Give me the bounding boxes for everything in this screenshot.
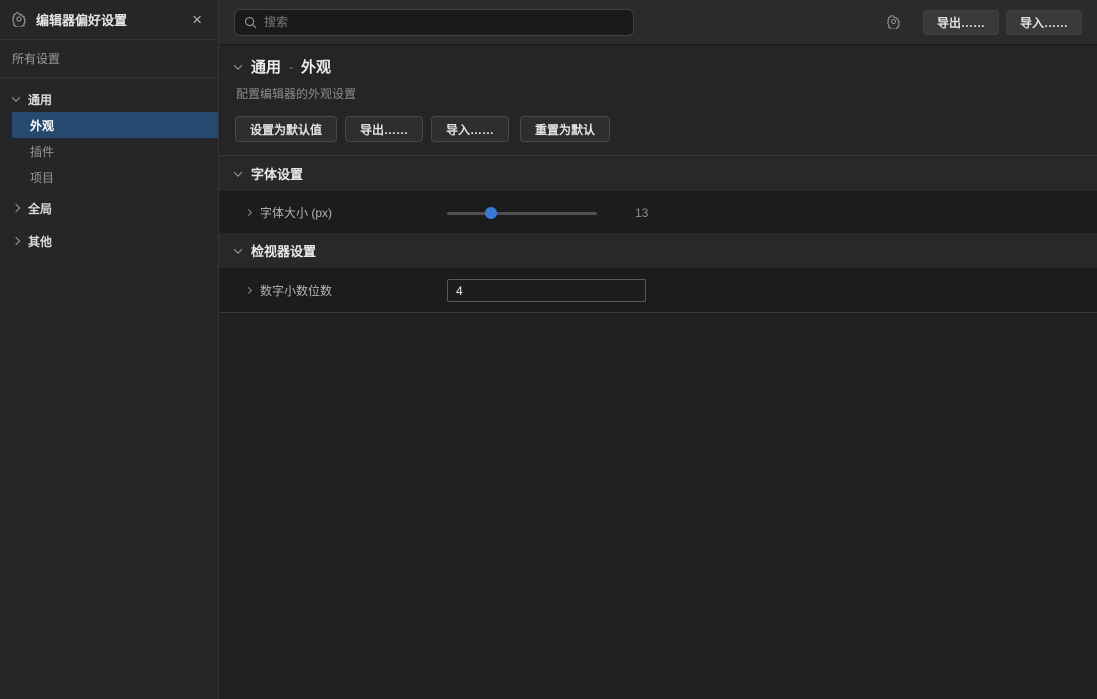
preferences-sidebar: 编辑器偏好设置 × 所有设置 通用 外观 插件 项目 全局 其他 <box>0 0 219 699</box>
breadcrumb-category: 通用 <box>251 56 281 77</box>
gear-icon <box>12 12 27 27</box>
slider-track[interactable] <box>447 212 597 215</box>
empty-content-area <box>219 312 1097 699</box>
slider-value: 13 <box>635 206 648 220</box>
chevron-right-icon[interactable] <box>245 287 252 294</box>
import-settings-button[interactable]: 导入…… <box>431 116 509 142</box>
chevron-down-icon <box>12 93 20 101</box>
search-box[interactable] <box>234 9 634 36</box>
chevron-down-icon[interactable] <box>234 61 242 69</box>
setting-label: 数字小数位数 <box>260 282 332 299</box>
panel-title: 编辑器偏好设置 <box>36 10 188 29</box>
export-settings-button[interactable]: 导出…… <box>345 116 423 142</box>
chevron-right-icon <box>12 204 20 212</box>
tree-item-other[interactable]: 其他 <box>0 228 218 254</box>
page-title: 外观 <box>301 56 331 77</box>
close-icon[interactable]: × <box>188 11 206 28</box>
tree-item-global[interactable]: 全局 <box>0 195 218 221</box>
export-button[interactable]: 导出…… <box>923 10 999 35</box>
setting-row-font-size: 字体大小 (px) 13 <box>219 192 1097 233</box>
tree-item-project[interactable]: 项目 <box>0 164 218 190</box>
search-icon <box>244 16 257 29</box>
font-size-slider[interactable] <box>447 207 597 219</box>
section-header-inspector[interactable]: 检视器设置 <box>219 233 1097 269</box>
search-input[interactable] <box>264 15 624 29</box>
section-header-font[interactable]: 字体设置 <box>219 156 1097 192</box>
search-toolbar: 导出…… 导入…… <box>219 0 1097 45</box>
tree-item-appearance[interactable]: 外观 <box>12 112 218 138</box>
preferences-main: 导出…… 导入…… 通用 - 外观 配置编辑器的外观设置 设置为默认值 导出……… <box>219 0 1097 699</box>
page-actions: 设置为默认值 导出…… 导入…… 重置为默认 <box>235 116 1081 142</box>
reset-default-button[interactable]: 重置为默认 <box>520 116 610 142</box>
sidebar-header: 编辑器偏好设置 × <box>0 0 218 40</box>
breadcrumb-separator: - <box>289 60 293 74</box>
settings-tree: 通用 外观 插件 项目 全局 其他 <box>0 78 218 254</box>
settings-gear-icon[interactable] <box>887 15 901 29</box>
import-button[interactable]: 导入…… <box>1006 10 1082 35</box>
page-subtitle: 配置编辑器的外观设置 <box>236 85 1081 102</box>
setting-label: 字体大小 (px) <box>260 204 332 221</box>
tree-item-general[interactable]: 通用 <box>0 86 218 112</box>
chevron-down-icon <box>234 245 242 253</box>
sidebar-item-all-settings[interactable]: 所有设置 <box>0 40 218 78</box>
chevron-right-icon[interactable] <box>245 209 252 216</box>
chevron-down-icon <box>234 168 242 176</box>
page-header: 通用 - 外观 配置编辑器的外观设置 设置为默认值 导出…… 导入…… 重置为默… <box>219 45 1097 156</box>
decimal-digits-input[interactable] <box>447 279 646 302</box>
slider-thumb[interactable] <box>485 207 497 219</box>
setting-row-decimal-digits: 数字小数位数 <box>219 269 1097 312</box>
tree-item-plugins[interactable]: 插件 <box>0 138 218 164</box>
set-default-button[interactable]: 设置为默认值 <box>235 116 337 142</box>
chevron-right-icon <box>12 237 20 245</box>
